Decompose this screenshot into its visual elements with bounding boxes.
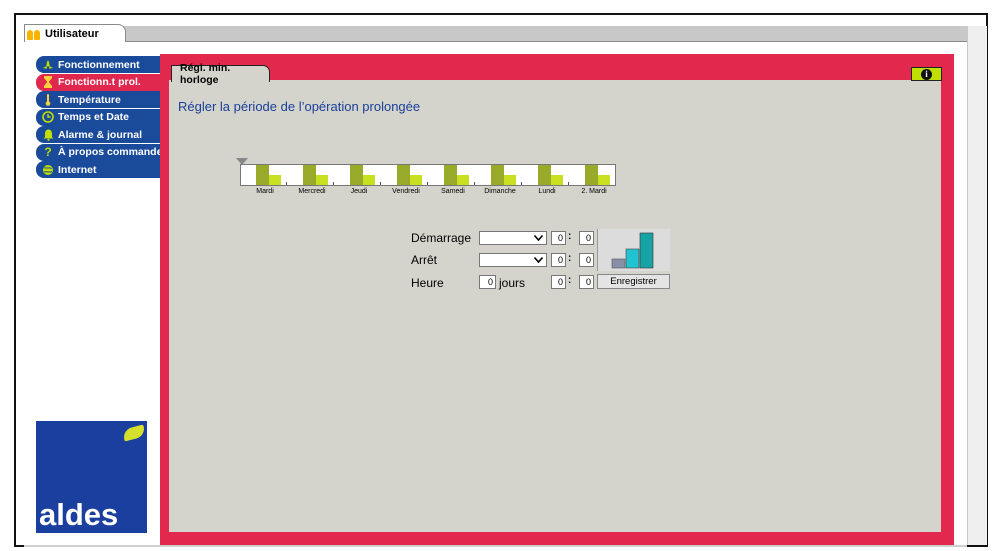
day-bar-secondary (410, 175, 422, 185)
day-bar-secondary (598, 175, 610, 185)
day-bar-secondary (504, 175, 516, 185)
week-timeline-bars (256, 165, 616, 185)
week-timeline (240, 164, 616, 186)
right-scroll-panel (967, 26, 987, 545)
timeline-day-label: Lundi (538, 188, 556, 195)
timeline-day-label: 2. Mardi (581, 188, 607, 195)
day-bar-secondary (269, 175, 281, 185)
clock-icon (42, 111, 54, 123)
timeline-tick (568, 182, 569, 185)
day-bar-primary (585, 165, 598, 185)
day-bar-secondary (457, 175, 469, 185)
start-minute-input[interactable]: 0 (579, 231, 594, 245)
question-icon: ? (44, 145, 52, 159)
start-hour-input[interactable]: 0 (551, 231, 566, 245)
timeline-tick (474, 182, 475, 185)
info-icon: i (921, 68, 932, 80)
timeline-tick (521, 182, 522, 185)
day-bar-secondary (551, 175, 563, 185)
day-bar-primary (397, 165, 410, 185)
page-title: Régler la période de l’opération prolong… (178, 99, 421, 114)
tab-utilisateur[interactable]: Utilisateur (24, 24, 126, 42)
day-bar-primary (444, 165, 457, 185)
start-day-select[interactable] (479, 231, 547, 245)
sidebar-item-label: Fonctionn.t prol. (58, 76, 141, 88)
timeline-day-label: Mercredi (298, 188, 326, 195)
sidebar-item-temperature[interactable]: Température (36, 91, 163, 108)
users-icon (27, 28, 42, 40)
logo-text: aldes (39, 497, 119, 532)
timeline-day-label: Vendredi (392, 188, 420, 195)
days-input[interactable]: 0 (479, 275, 496, 289)
day-bar-secondary (316, 175, 328, 185)
timeline-day-label: Dimanche (484, 188, 516, 195)
level-bar-mid (625, 248, 640, 269)
sidebar-item-label: Fonctionnement (58, 58, 140, 71)
aldes-logo: aldes (36, 421, 147, 533)
hourglass-icon (42, 76, 54, 88)
sidebar-item-temps-date[interactable]: Temps et Date (36, 108, 163, 126)
time-colon: : (568, 275, 572, 286)
timeline-tick (427, 182, 428, 185)
sidebar-item-fonctionnement[interactable]: Fonctionnement (36, 56, 163, 73)
time-label: Heure (411, 276, 444, 290)
bottom-strip (24, 545, 967, 547)
sidebar: Fonctionnement Fonctionn.t prol. Tempéra… (36, 56, 163, 179)
start-colon: : (568, 231, 572, 242)
start-label: Démarrage (411, 231, 472, 245)
globe-icon (42, 164, 54, 176)
time-hour-input[interactable]: 0 (551, 275, 566, 289)
sidebar-item-label: À propos commande (58, 146, 163, 158)
timeline-day-labels: Mardi Mercredi Jeudi Vendredi Samedi Dimanche… (240, 188, 616, 198)
timeline-day-label: Mardi (256, 188, 274, 195)
chevron-down-icon (534, 235, 543, 241)
timeline-day-label: Jeudi (350, 188, 368, 195)
time-minute-input[interactable]: 0 (579, 275, 594, 289)
stop-label: Arrêt (411, 253, 438, 267)
timeline-day-label: Samedi (441, 188, 465, 195)
level-bar-high (639, 232, 654, 269)
day-bar-primary (256, 165, 269, 185)
sidebar-item-internet[interactable]: Internet (36, 161, 163, 178)
timeline-tick (380, 182, 381, 185)
sidebar-item-label: Température (58, 93, 121, 106)
sidebar-item-alarme-journal[interactable]: Alarme & journal (36, 126, 163, 143)
sidebar-item-fonctionnement-prolonge[interactable]: Fonctionn.t prol. (36, 73, 163, 91)
leaf-icon (121, 424, 147, 442)
stop-hour-input[interactable]: 0 (551, 253, 566, 267)
level-bar-low (611, 258, 626, 269)
stop-minute-input[interactable]: 0 (579, 253, 594, 267)
sidebar-item-a-propos[interactable]: ? À propos commande (36, 143, 163, 161)
bell-icon (42, 129, 54, 141)
day-bar-primary (350, 165, 363, 185)
days-unit-label: jours (499, 276, 526, 290)
top-tab-bar (24, 26, 967, 42)
timeline-tick (286, 182, 287, 185)
day-bar-primary (303, 165, 316, 185)
day-bar-primary (538, 165, 551, 185)
chevron-down-icon (534, 257, 543, 263)
info-button[interactable]: i (911, 67, 942, 81)
day-bar-secondary (363, 175, 375, 185)
sidebar-item-label: Alarme & journal (58, 128, 143, 141)
tab-regl-min-horloge[interactable]: Régl. min. horloge (171, 62, 270, 86)
stop-day-select[interactable] (479, 253, 547, 267)
sidebar-item-label: Temps et Date (58, 111, 129, 123)
timeline-tick (333, 182, 334, 185)
stop-colon: : (568, 253, 572, 264)
tab-utilisateur-label: Utilisateur (45, 27, 99, 40)
level-chart-icon (597, 229, 670, 271)
day-bar-primary (491, 165, 504, 185)
content-panel (169, 80, 941, 532)
sidebar-item-label: Internet (58, 163, 97, 176)
save-button[interactable]: Enregistrer (597, 274, 670, 289)
thermometer-icon (42, 93, 54, 106)
fan-icon (42, 59, 54, 71)
